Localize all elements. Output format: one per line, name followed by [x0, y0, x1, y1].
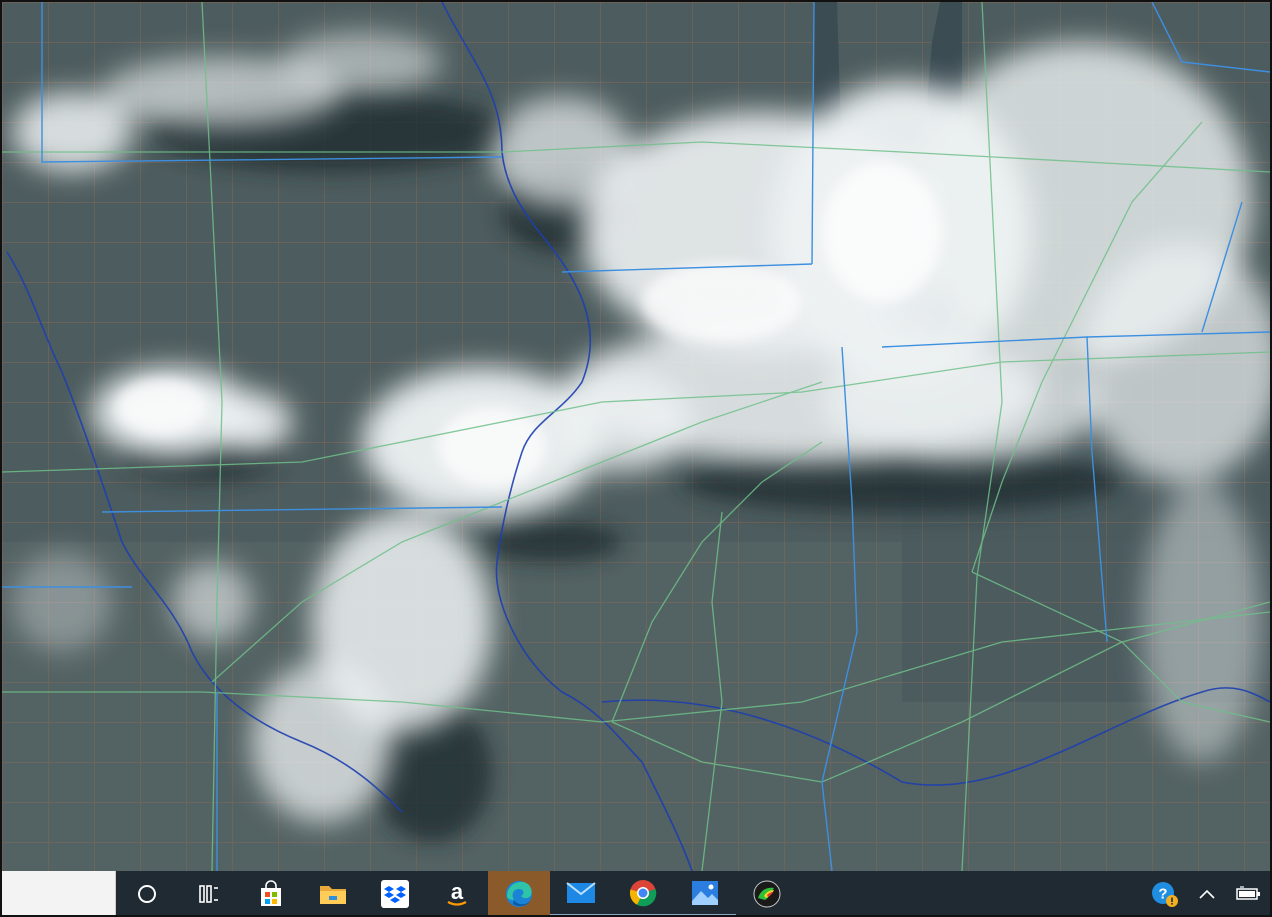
- chrome-icon: [629, 879, 657, 906]
- radar-app-icon: [753, 880, 781, 908]
- edge-icon: [506, 881, 532, 907]
- radar-app-button[interactable]: [736, 871, 798, 915]
- help-button[interactable]: ?: [1144, 871, 1186, 915]
- microsoft-store-button[interactable]: [240, 871, 302, 915]
- task-view-icon: [199, 885, 218, 903]
- svg-text:a: a: [451, 879, 464, 904]
- circle-icon: [138, 885, 156, 903]
- satellite-wallpaper: [2, 2, 1270, 871]
- taskbar: a ?: [2, 871, 1270, 915]
- file-explorer-button[interactable]: [302, 871, 364, 915]
- chrome-button[interactable]: [612, 871, 674, 915]
- photos-icon: [692, 880, 718, 905]
- help-icon: ?: [1152, 882, 1178, 907]
- mail-icon: [566, 881, 596, 903]
- task-view-button[interactable]: [178, 871, 240, 915]
- chevron-up-icon: [1199, 889, 1215, 899]
- show-hidden-icons-button[interactable]: [1186, 871, 1228, 915]
- search-box[interactable]: [2, 871, 116, 915]
- battery-icon: [1236, 886, 1260, 900]
- desktop-window: a ?: [0, 0, 1272, 917]
- amazon-icon: a: [447, 879, 467, 906]
- photos-button[interactable]: [674, 871, 736, 915]
- edge-button[interactable]: [488, 871, 550, 915]
- cortana-button[interactable]: [116, 871, 178, 915]
- folder-icon: [320, 886, 346, 904]
- battery-button[interactable]: [1228, 871, 1270, 915]
- dropbox-icon: [381, 880, 409, 908]
- system-tray: ?: [1144, 871, 1270, 915]
- mail-button[interactable]: [550, 871, 612, 915]
- dropbox-button[interactable]: [364, 871, 426, 915]
- microsoft-store-icon: [261, 880, 281, 906]
- amazon-button[interactable]: a: [426, 871, 488, 915]
